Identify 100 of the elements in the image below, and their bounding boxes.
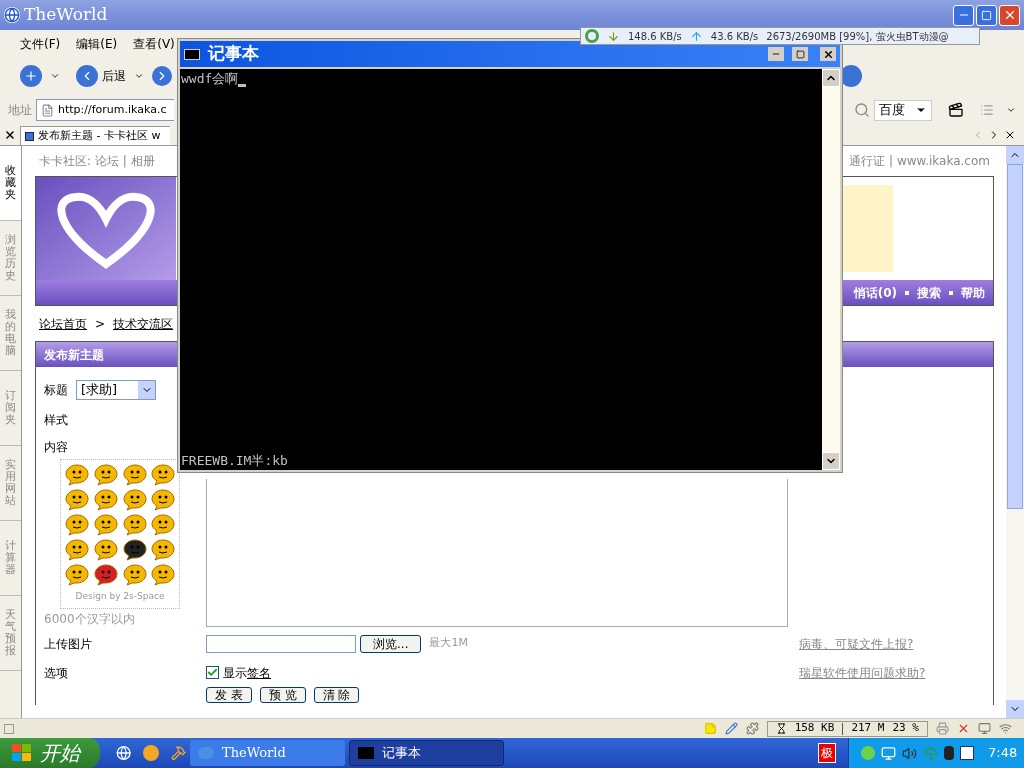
download-icon <box>607 29 620 43</box>
emoticon-icon <box>122 564 147 586</box>
plus-icon <box>24 69 38 83</box>
emoticon-icon <box>151 539 176 561</box>
form-button[interactable]: 发 表 <box>206 686 252 703</box>
breadcrumb-separator: > <box>95 315 106 333</box>
emoticon-icon <box>122 489 147 511</box>
emoticon-icon <box>122 464 147 486</box>
monitor-icon[interactable] <box>978 722 991 735</box>
field-label: 上传图片 <box>43 635 93 653</box>
field-label: 标题 <box>44 382 68 399</box>
restore-icon <box>981 9 992 21</box>
browse-button[interactable]: 浏览... <box>360 634 422 653</box>
tray-app-icon[interactable] <box>944 746 954 760</box>
search-engine-select[interactable]: 百度 <box>874 99 932 121</box>
hourglass-icon <box>775 723 787 734</box>
emoticon-icon <box>122 514 147 536</box>
network-icon[interactable] <box>881 745 896 761</box>
window-title: TheWorld <box>24 3 108 27</box>
cpu-usage: 23 % <box>892 720 919 737</box>
network-icon[interactable] <box>999 722 1012 735</box>
clock: 7:48 <box>988 744 1018 763</box>
emoticon-icon <box>65 464 89 486</box>
caret-icon[interactable] <box>1006 105 1016 115</box>
emoticon-icon <box>65 514 89 536</box>
site-links: 通行证 | www.ikaka.com <box>849 153 990 170</box>
browser-tab[interactable]: 发布新主题 - 卡卡社区 w <box>20 126 170 145</box>
windows-logo-icon <box>12 744 32 762</box>
form-button[interactable]: 清 除 <box>313 686 360 703</box>
clapperboard-icon[interactable] <box>948 102 964 118</box>
topic-type-select[interactable]: [求助] <box>76 380 156 400</box>
emoticon-icon <box>93 564 118 586</box>
check-icon <box>207 667 218 678</box>
ime-status-line: FREEWB.IM半:kb <box>181 451 289 470</box>
search-icon[interactable] <box>854 102 870 118</box>
field-label: 样式 <box>43 412 69 429</box>
dropdown-icon[interactable] <box>50 71 60 81</box>
download-speed: 148.6 KB/s <box>628 29 682 44</box>
console-title: 记事本 <box>208 42 259 66</box>
back-button[interactable]: 后退 <box>76 65 126 87</box>
minimize-button[interactable] <box>953 4 974 26</box>
download-status-text: 2673/2690MB [99%], 萤火虫BT动漫@ <box>766 29 949 44</box>
close-button[interactable] <box>820 47 836 61</box>
help-link[interactable]: 瑞星软件使用问题求助? <box>799 658 993 687</box>
nav-link[interactable]: 帮助 <box>961 283 985 302</box>
form-button[interactable]: 预 览 <box>259 686 306 703</box>
close-tab-icon[interactable] <box>1004 129 1016 141</box>
forward-button[interactable] <box>152 66 172 86</box>
nav-link[interactable]: 搜索 <box>917 283 941 302</box>
taskbar-button[interactable]: 记事本 <box>349 740 504 766</box>
emoticon-icon <box>65 489 89 511</box>
emoticon-icon <box>151 489 176 511</box>
start-button[interactable]: 开始 <box>0 738 100 768</box>
file-path-field[interactable] <box>206 634 356 653</box>
community-links: 卡卡社区: 论坛 | 相册 <box>39 153 155 170</box>
help-link[interactable]: 病毒、可疑文件上报? <box>799 628 993 659</box>
scroll-thumb[interactable] <box>1007 164 1023 509</box>
menu-item[interactable]: 查看(V) <box>133 34 175 53</box>
puzzle-icon[interactable] <box>745 722 759 735</box>
volume-icon[interactable] <box>902 745 917 761</box>
upload-icon <box>689 29 703 43</box>
emoticon-icon <box>65 539 89 561</box>
hammer-icon[interactable] <box>170 745 186 761</box>
menu-item[interactable]: 文件(F) <box>20 34 61 53</box>
text-cursor <box>238 83 247 87</box>
emoticon-icon <box>151 514 176 536</box>
breadcrumb-link[interactable]: 技术交流区 <box>113 314 174 333</box>
max-size-note: 最大1M <box>429 635 468 652</box>
cache-size: 158 KB <box>794 720 835 737</box>
taskbar-button[interactable]: TheWorld <box>190 740 345 766</box>
dropdown-icon[interactable] <box>134 71 144 81</box>
block-icon[interactable] <box>957 722 970 735</box>
status-icon <box>4 723 14 734</box>
page-icon <box>41 103 54 117</box>
breadcrumb-link[interactable]: 论坛首页 <box>39 314 87 333</box>
address-field[interactable]: http://forum.ikaka.c <box>36 99 174 121</box>
minimize-button[interactable] <box>768 47 784 61</box>
emoticon-icon <box>65 564 89 586</box>
nav-link[interactable]: 悄话(0) <box>853 283 897 302</box>
upload-speed: 43.6 KB/s <box>710 29 759 44</box>
new-button[interactable] <box>20 65 42 87</box>
emoticon-icon <box>93 489 118 511</box>
menu-item[interactable]: 编辑(E) <box>76 34 118 53</box>
console-text: wwdf会啊 <box>181 70 239 88</box>
close-sidebar-icon[interactable] <box>4 129 16 141</box>
field-label: 内容 <box>44 439 69 456</box>
ime-indicator[interactable]: 极 <box>818 743 836 763</box>
emoticon-icon <box>151 564 176 586</box>
maximize-button[interactable] <box>976 4 997 26</box>
firewall-icon[interactable] <box>960 746 974 760</box>
maximize-icon <box>795 49 805 59</box>
maximize-button[interactable] <box>792 47 808 61</box>
emoticon-icon <box>122 539 147 561</box>
signature-checkbox[interactable] <box>206 666 219 679</box>
sidebar-tab[interactable]: 收藏夹 <box>0 146 21 221</box>
browser-icon[interactable] <box>116 745 132 761</box>
printer-icon[interactable] <box>936 722 949 735</box>
memory-usage: 217 M <box>851 720 885 737</box>
signature-link[interactable]: 签名 <box>247 663 271 682</box>
pencil-icon[interactable] <box>724 722 738 735</box>
